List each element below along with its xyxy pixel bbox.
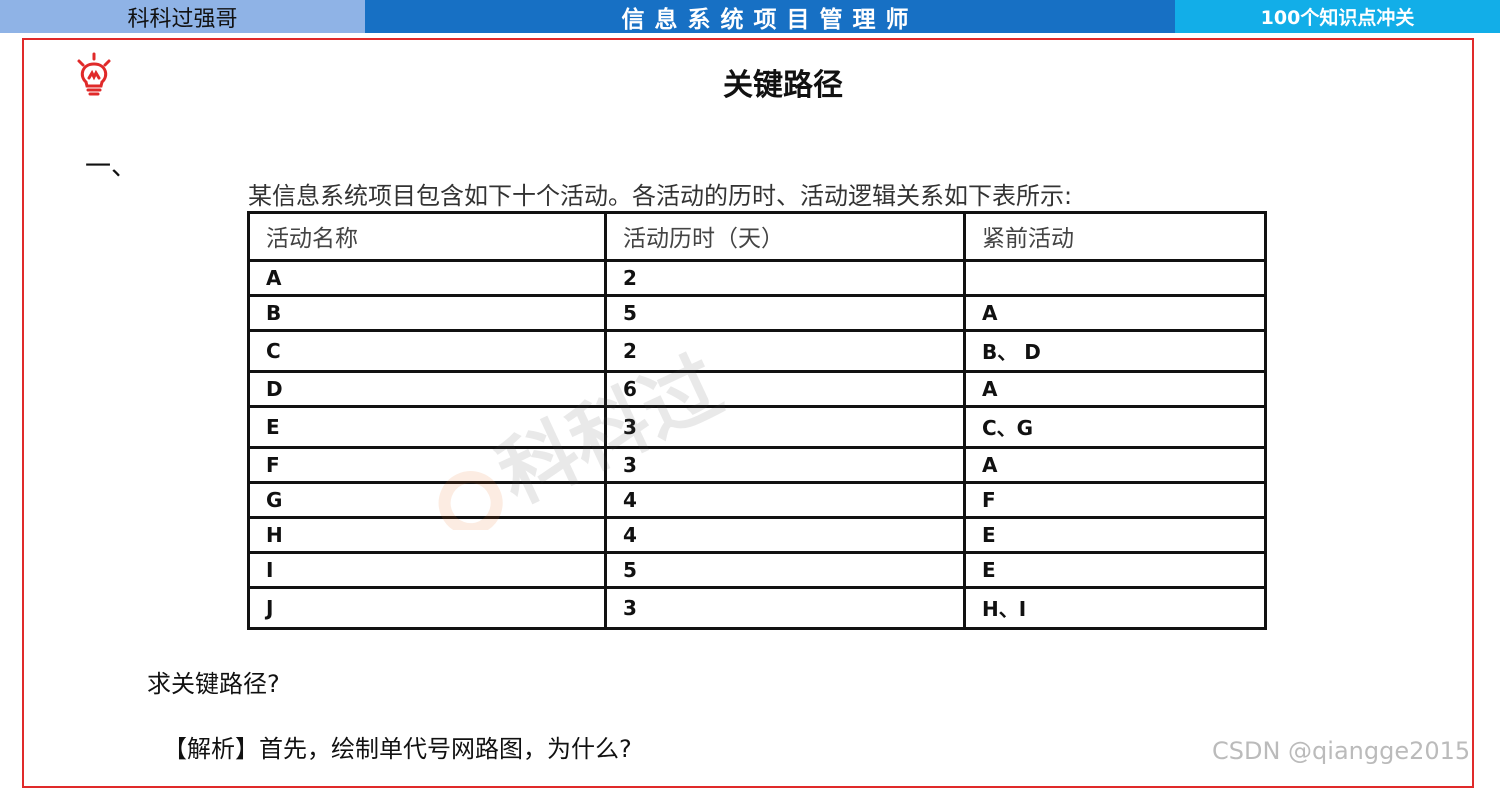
activity-duration: 5: [604, 293, 966, 332]
activity-predecessors: E: [963, 550, 1267, 589]
activity-duration: 2: [604, 258, 966, 297]
csdn-watermark: CSDN @qiangge2015: [1212, 737, 1471, 765]
activity-duration: 6: [604, 369, 966, 408]
activity-name: I: [247, 550, 607, 589]
activity-duration: 4: [604, 515, 966, 554]
activity-name: E: [247, 404, 607, 450]
activity-duration: 3: [604, 585, 966, 631]
table-row: F 3 A: [247, 446, 1267, 484]
activity-predecessors: C、G: [963, 404, 1267, 450]
activity-predecessors: [963, 258, 1267, 297]
header-activity-name: 活动名称: [247, 211, 607, 262]
activity-name: F: [247, 446, 607, 484]
activity-predecessors: H、I: [963, 585, 1267, 631]
activity-name: C: [247, 328, 607, 373]
page-title: 关键路径: [723, 68, 843, 103]
activity-duration: 2: [604, 328, 966, 373]
table-row: G 4 F: [247, 480, 1267, 519]
activity-predecessors: E: [963, 515, 1267, 554]
activity-duration: 3: [604, 446, 966, 484]
analysis-text: 【解析】首先，绘制单代号网路图，为什么?: [163, 735, 632, 763]
activity-duration: 4: [604, 480, 966, 519]
activity-name: A: [247, 258, 607, 297]
activity-name: B: [247, 293, 607, 332]
table-row: I 5 E: [247, 550, 1267, 589]
activity-name: D: [247, 369, 607, 408]
header-author: 科科过强哥: [0, 0, 365, 33]
activity-duration: 5: [604, 550, 966, 589]
table-row: C 2 B、 D: [247, 328, 1267, 373]
activity-table: 活动名称 活动历时（天） 紧前活动 A 2 B 5 A C 2 B、 D D 6…: [247, 211, 1267, 631]
section-number: 一、: [85, 152, 138, 182]
header-bar: 科科过强哥 信息系统项目管理师 100个知识点冲关: [0, 0, 1500, 33]
table-row: E 3 C、G: [247, 404, 1267, 450]
activity-predecessors: A: [963, 369, 1267, 408]
table-row: A 2: [247, 258, 1267, 297]
activity-duration: 3: [604, 404, 966, 450]
activity-predecessors: A: [963, 293, 1267, 332]
activity-name: H: [247, 515, 607, 554]
activity-predecessors: B、 D: [963, 328, 1267, 373]
question-text: 求关键路径?: [147, 670, 280, 698]
table-header-row: 活动名称 活动历时（天） 紧前活动: [247, 211, 1267, 262]
activity-name: J: [247, 585, 607, 631]
header-course-title: 信息系统项目管理师: [365, 0, 1175, 33]
table-row: H 4 E: [247, 515, 1267, 554]
table-row: D 6 A: [247, 369, 1267, 408]
header-duration: 活动历时（天）: [604, 211, 966, 262]
activity-name: G: [247, 480, 607, 519]
header-series: 100个知识点冲关: [1175, 0, 1500, 33]
table-row: B 5 A: [247, 293, 1267, 332]
problem-statement: 某信息系统项目包含如下十个活动。各活动的历时、活动逻辑关系如下表所示:: [248, 182, 1073, 210]
table-row: J 3 H、I: [247, 585, 1267, 631]
activity-predecessors: A: [963, 446, 1267, 484]
header-predecessors: 紧前活动: [963, 211, 1267, 262]
activity-predecessors: F: [963, 480, 1267, 519]
